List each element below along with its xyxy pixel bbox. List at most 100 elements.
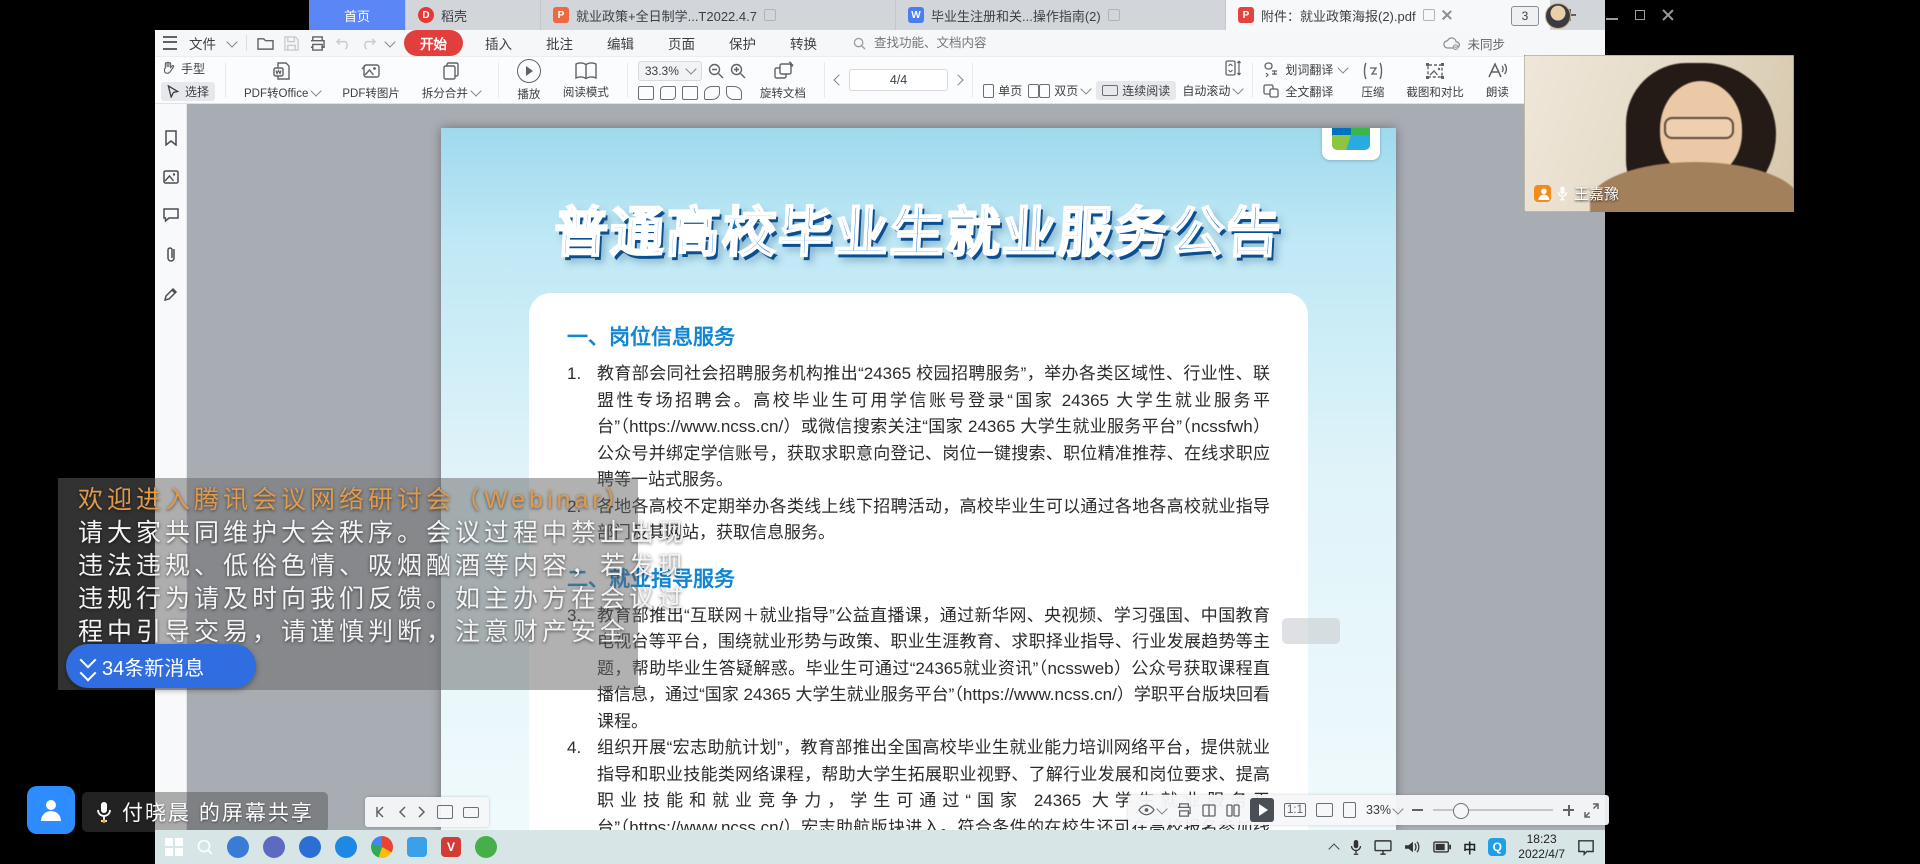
save-icon[interactable] — [284, 36, 299, 51]
page-grid-icon[interactable] — [437, 805, 453, 819]
zoom-slider[interactable] — [1433, 809, 1553, 811]
open-folder-icon[interactable] — [257, 36, 274, 51]
taskbar-app-chrome[interactable] — [371, 836, 393, 858]
prev-page-icon[interactable] — [397, 806, 407, 818]
read-aloud-button[interactable]: 朗读 — [1478, 61, 1517, 100]
signature-pen-icon[interactable] — [163, 287, 178, 302]
start-button-icon[interactable] — [165, 838, 183, 856]
menu-convert[interactable]: 转换 — [778, 31, 829, 55]
sharer-avatar[interactable] — [27, 786, 75, 834]
menu-edit[interactable]: 编辑 — [595, 31, 646, 55]
more-history-icon[interactable] — [384, 36, 395, 47]
redo-icon[interactable] — [361, 37, 376, 50]
account-avatar[interactable] — [1545, 3, 1571, 29]
thumbnail-image-icon[interactable] — [163, 170, 179, 184]
pin-icon[interactable] — [1423, 9, 1435, 21]
rotate-right-icon[interactable] — [726, 86, 742, 100]
select-tool-active[interactable]: 选择 — [161, 82, 215, 101]
rotate-left-icon[interactable] — [704, 86, 720, 100]
word-translate-button[interactable]: 划词翻译 — [1263, 61, 1347, 78]
full-translate-button[interactable]: 全文翻译 — [1263, 83, 1347, 100]
hamburger-icon[interactable] — [163, 36, 177, 50]
taskbar-app-3[interactable] — [299, 836, 321, 858]
split-merge-button[interactable]: 拆分合并 — [414, 60, 488, 101]
pdf-to-image-button[interactable]: PDF转图片 — [334, 60, 408, 101]
command-search[interactable] — [853, 35, 1026, 51]
fit-width-button[interactable] — [1316, 803, 1333, 817]
zoom-in-button[interactable] — [1563, 805, 1574, 816]
menu-comment[interactable]: 批注 — [534, 31, 585, 55]
taskbar-app-wechat[interactable] — [475, 836, 497, 858]
document-count-badge[interactable]: 3 — [1511, 6, 1539, 26]
tray-q-app-icon[interactable]: Q — [1488, 838, 1506, 856]
pdf-to-office-button[interactable]: PDF转Office — [236, 60, 328, 101]
taskbar-app-meeting[interactable] — [227, 836, 249, 858]
floating-tool-faded[interactable] — [1282, 618, 1340, 644]
print-icon[interactable] — [309, 36, 326, 51]
single-column-icon[interactable] — [1202, 804, 1216, 817]
zoom-in-icon[interactable] — [730, 63, 746, 79]
close-window-button[interactable] — [1662, 9, 1674, 21]
double-column-icon[interactable] — [1226, 804, 1240, 817]
menu-protect[interactable]: 保护 — [717, 31, 768, 55]
tab-home[interactable]: 首页 — [309, 0, 406, 30]
hand-tool[interactable]: 手型 — [161, 60, 215, 77]
tray-expand-icon[interactable] — [1329, 843, 1340, 854]
tab-docer[interactable]: D 稻壳 — [406, 0, 541, 30]
menu-start-active[interactable]: 开始 — [404, 30, 463, 56]
tray-mic-icon[interactable] — [1350, 839, 1362, 856]
first-page-icon[interactable] — [375, 806, 387, 818]
zoom-out-icon[interactable] — [708, 63, 724, 79]
menu-insert[interactable]: 插入 — [473, 31, 524, 55]
attachment-icon[interactable] — [165, 246, 177, 263]
undo-icon[interactable] — [336, 37, 351, 50]
zoom-level-select[interactable]: 33% — [1366, 803, 1402, 817]
fit-width-icon[interactable] — [660, 86, 676, 100]
actual-size-button[interactable]: 1:1 — [1284, 803, 1306, 817]
taskbar-app-4[interactable] — [335, 836, 357, 858]
webcam-tile[interactable]: 王嘉豫 — [1524, 55, 1794, 212]
screenshot-compare-button[interactable]: 截图和对比 — [1398, 61, 1472, 100]
clock[interactable]: 18:23 2022/4/7 — [1518, 832, 1565, 862]
tab-pdf-doc-active[interactable]: P 附件：就业政策海报(2).pdf — [1226, 0, 1550, 30]
taskbar-app-v[interactable]: V — [441, 837, 461, 857]
zoom-out-button[interactable] — [1412, 809, 1423, 811]
maximize-button[interactable] — [1634, 9, 1646, 21]
fit-page-button[interactable] — [1343, 802, 1356, 818]
notification-center-icon[interactable] — [1577, 839, 1595, 856]
menu-file[interactable]: 文件 — [187, 31, 218, 55]
pin-icon[interactable] — [764, 9, 776, 21]
auto-scroll-button[interactable]: 自动滚动 — [1182, 82, 1242, 99]
fit-actual-icon[interactable] — [638, 86, 654, 100]
zoom-value-select[interactable]: 33.3% — [638, 61, 702, 81]
sync-status[interactable]: 未同步 — [1443, 34, 1597, 53]
pin-icon[interactable] — [1108, 9, 1120, 21]
tray-display-icon[interactable] — [1374, 840, 1392, 855]
single-page-button[interactable]: 单页 — [983, 82, 1022, 99]
taskbar-search-icon[interactable] — [197, 839, 213, 855]
tray-ime-indicator[interactable]: 中 — [1463, 838, 1476, 857]
scroll-doc-icon[interactable] — [1224, 60, 1242, 76]
page-layout-icon[interactable] — [463, 807, 479, 818]
comment-icon[interactable] — [163, 208, 179, 222]
next-page-icon[interactable] — [953, 74, 964, 85]
tray-volume-icon[interactable] — [1404, 840, 1421, 854]
rotate-doc-button[interactable]: 旋转文档 — [752, 60, 814, 101]
eye-protect-button[interactable] — [1138, 804, 1166, 816]
continuous-read-button-active[interactable]: 连续阅读 — [1096, 81, 1176, 100]
prev-page-icon[interactable] — [833, 74, 844, 85]
bookmark-icon[interactable] — [164, 130, 178, 146]
taskbar-app-photos[interactable] — [407, 837, 427, 857]
chevron-down-icon[interactable] — [226, 36, 237, 47]
menu-page[interactable]: 页面 — [656, 31, 707, 55]
presentation-play-button[interactable] — [1250, 798, 1274, 822]
minimize-button[interactable] — [1606, 9, 1618, 21]
play-button[interactable]: 播放 — [509, 59, 549, 102]
tab-word-doc[interactable]: W 毕业生注册和关...操作指南(2) — [896, 0, 1226, 30]
tray-battery-icon[interactable] — [1433, 841, 1451, 853]
compress-button[interactable]: 压缩 — [1353, 61, 1392, 100]
search-input[interactable] — [872, 35, 1026, 51]
close-tab-icon[interactable] — [1442, 10, 1452, 20]
fit-page-icon[interactable] — [682, 86, 698, 100]
zoom-slider-knob[interactable] — [1453, 803, 1469, 819]
